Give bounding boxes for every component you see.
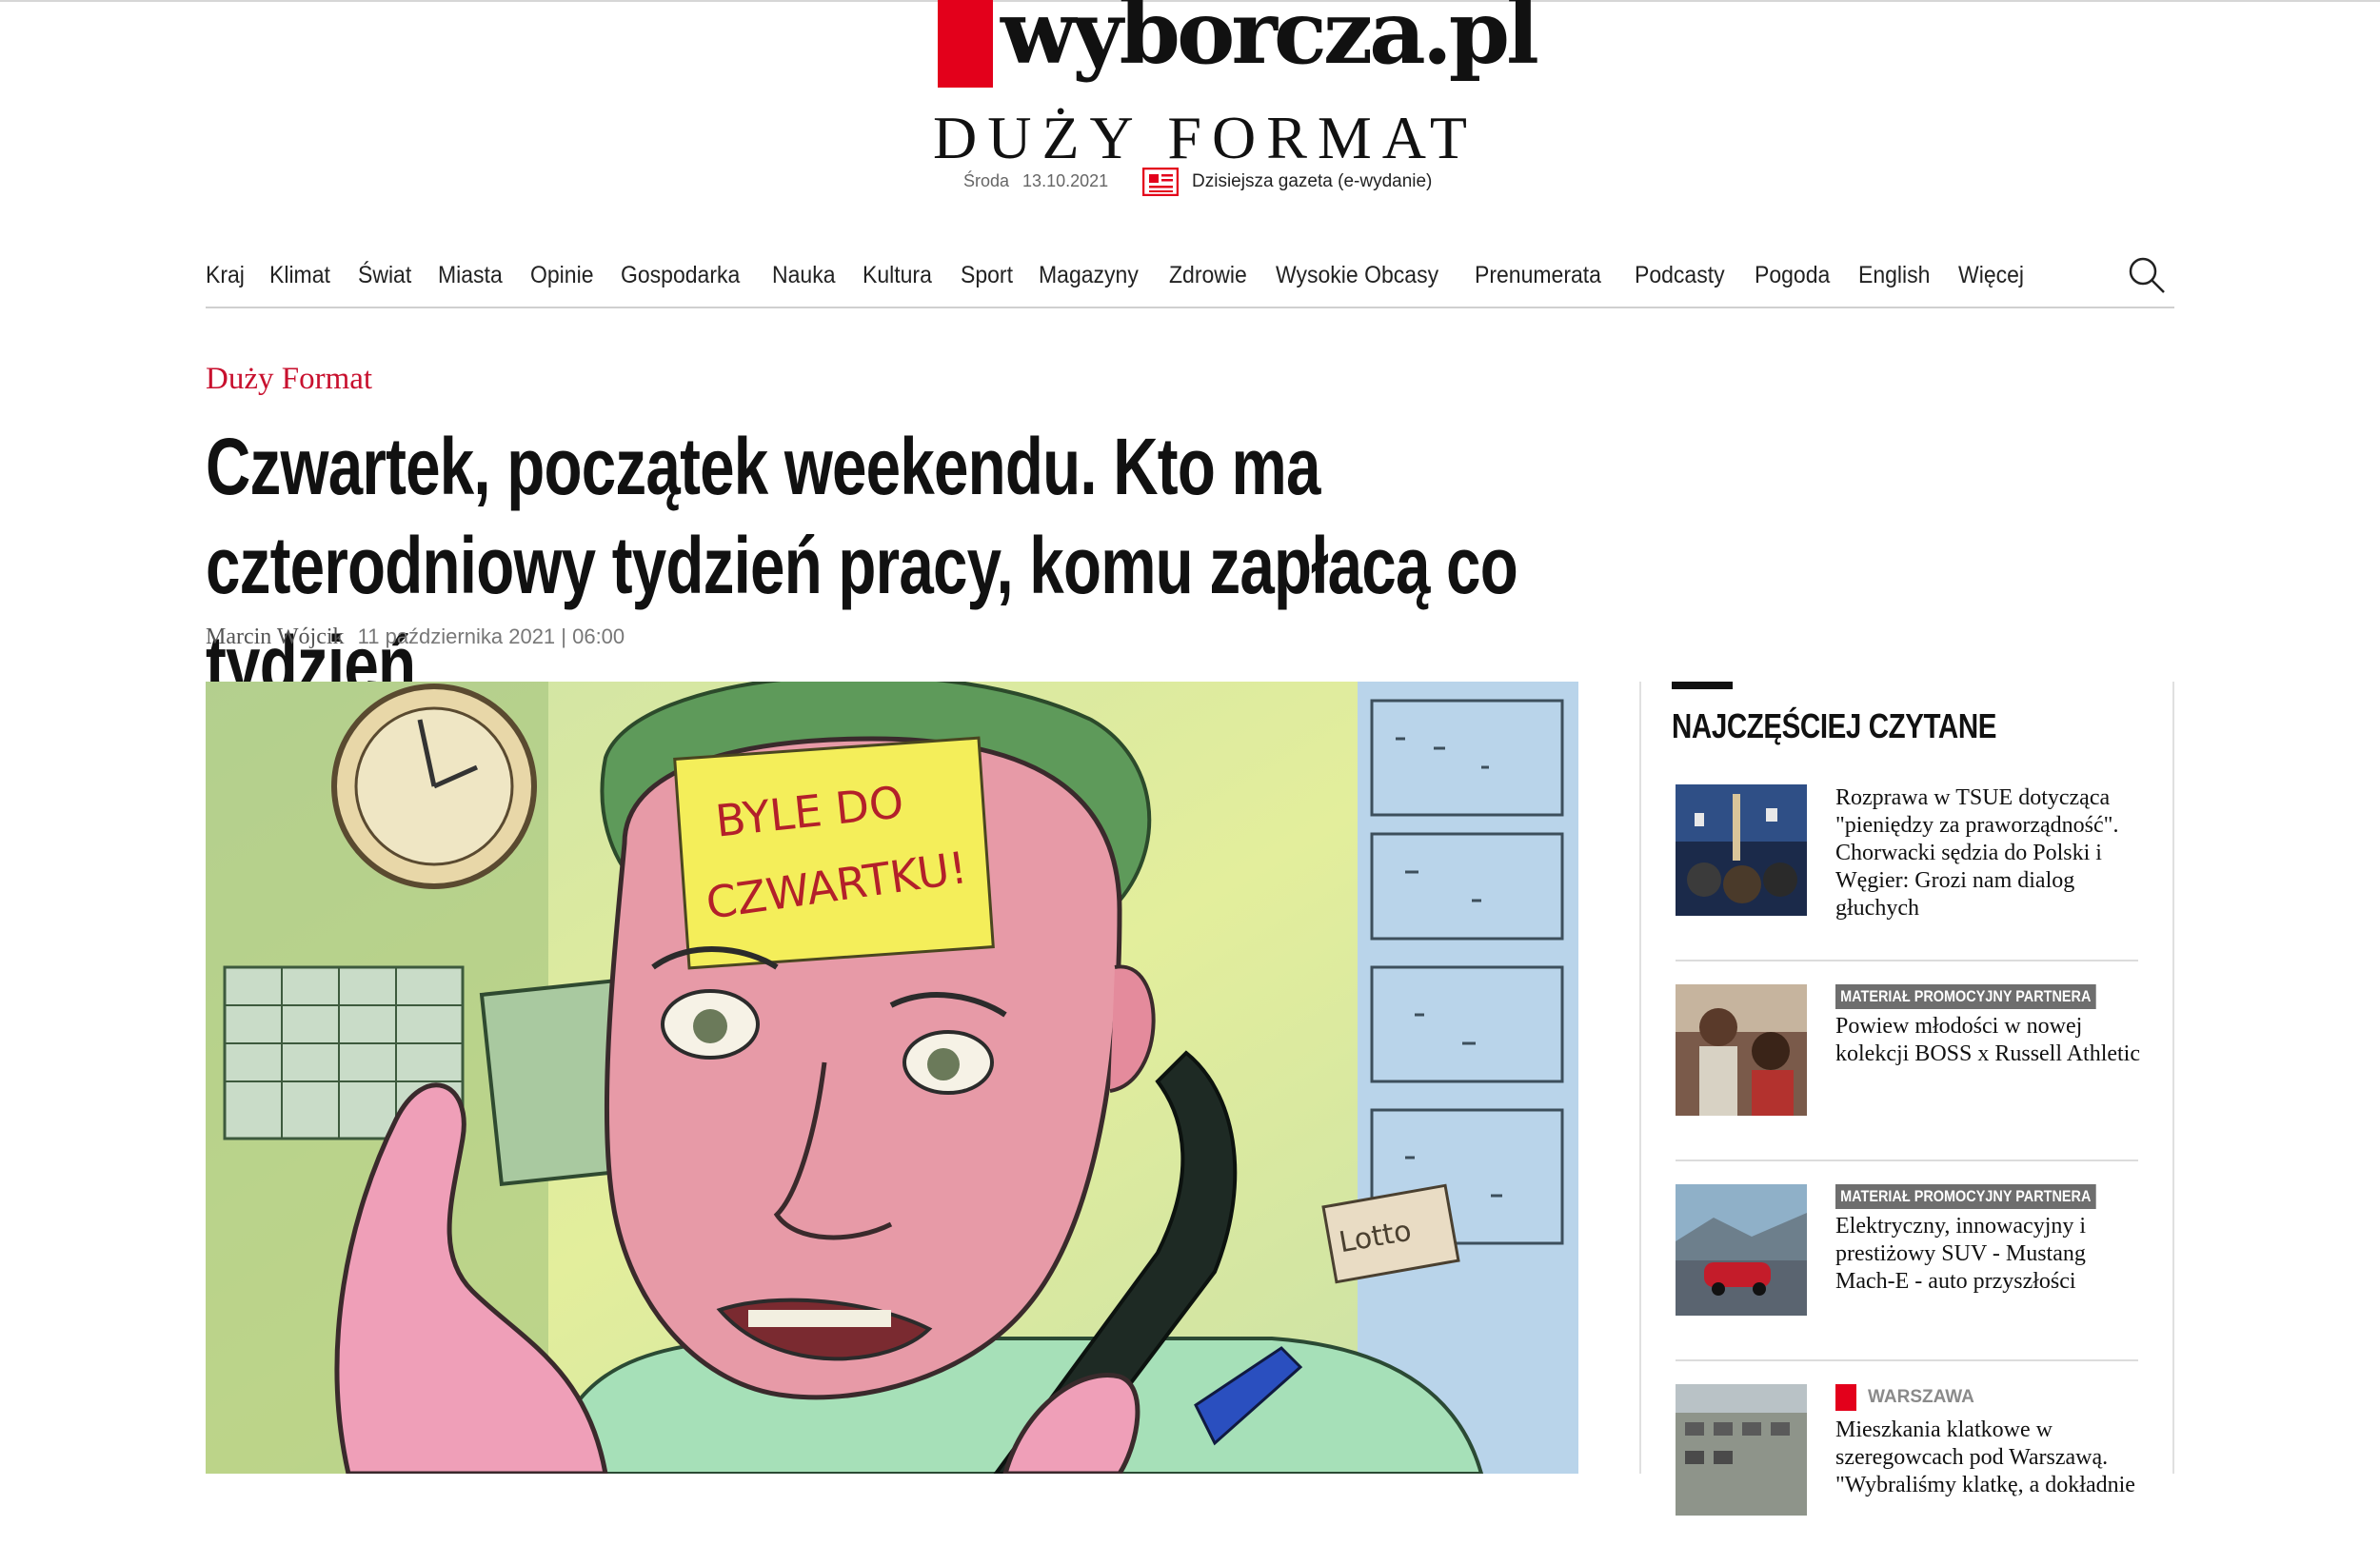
publish-date: 11 października 2021 | 06:00 xyxy=(357,624,625,648)
thumbnail[interactable] xyxy=(1676,984,1807,1116)
category-label[interactable]: WARSZAWA xyxy=(1835,1384,2150,1411)
item-separator xyxy=(1676,960,2138,961)
most-read-sidebar: NAJCZĘŚCIEJ CZYTANE Rozprawa w TSUE doty… xyxy=(1672,682,2148,1516)
nav-item-english[interactable]: English xyxy=(1858,255,1930,295)
item-separator xyxy=(1676,1359,2138,1361)
most-read-item[interactable]: Rozprawa w TSUE dotycząca "pieniędzy za … xyxy=(1676,784,2140,961)
sidebar-divider-right xyxy=(2172,682,2174,1474)
nav-item-zdrowie[interactable]: Zdrowie xyxy=(1169,255,1247,295)
category-red-mark xyxy=(1835,1384,1856,1411)
nav-item-kultura[interactable]: Kultura xyxy=(863,255,932,295)
article-headline: Czwartek, początek weekendu. Kto ma czte… xyxy=(206,422,1518,709)
hero-illustration: BYLE DO CZWARTKU! Lotto xyxy=(206,682,1578,1474)
sponsored-badge: MATERIAŁ PROMOCYJNY PARTNERA xyxy=(1835,984,2096,1009)
sponsored-badge: MATERIAŁ PROMOCYJNY PARTNERA xyxy=(1835,1184,2096,1209)
nav-item-wysokie-obcasy[interactable]: Wysokie Obcasy xyxy=(1276,255,1438,295)
byline: Marcin Wójcik 11 października 2021 | 06:… xyxy=(206,624,625,650)
nav-item-miasta[interactable]: Miasta xyxy=(438,255,503,295)
nav-item-sport[interactable]: Sport xyxy=(961,255,1013,295)
dateline: Środa 13.10.2021 xyxy=(963,171,1108,191)
most-read-item[interactable]: MATERIAŁ PROMOCYJNY PARTNERA Powiew młod… xyxy=(1676,984,2140,1161)
category-name: WARSZAWA xyxy=(1868,1387,1974,1407)
e-edition-link[interactable]: Dzisiejsza gazeta (e-wydanie) xyxy=(1142,168,1432,196)
nav-item-kraj[interactable]: Kraj xyxy=(206,255,245,295)
item-separator xyxy=(1676,1160,2138,1161)
e-edition-label: Dzisiejsza gazeta (e-wydanie) xyxy=(1192,171,1433,191)
author-name[interactable]: Marcin Wójcik xyxy=(206,624,345,649)
most-read-title[interactable]: Mieszkania klatkowe w szeregowcach pod W… xyxy=(1835,1417,2150,1499)
most-read-item[interactable]: WARSZAWA Mieszkania klatkowe w szeregowc… xyxy=(1676,1384,2140,1546)
most-read-title[interactable]: Powiew młodości w nowej kolekcji BOSS x … xyxy=(1835,1013,2150,1068)
section-title[interactable]: DUŻY FORMAT xyxy=(933,103,1467,173)
nav-item-nauka[interactable]: Nauka xyxy=(772,255,835,295)
most-read-title[interactable]: Elektryczny, innowacyjny i prestiżowy SU… xyxy=(1835,1213,2150,1296)
main-nav: Kraj Klimat Świat Miasta Opinie Gospodar… xyxy=(206,255,2174,308)
article-kicker[interactable]: Duży Format xyxy=(206,362,372,397)
sidebar-divider-left xyxy=(1639,682,1641,1474)
heading-accent-bar xyxy=(1672,682,1733,689)
nav-item-magazyny[interactable]: Magazyny xyxy=(1039,255,1139,295)
thumbnail[interactable] xyxy=(1676,1384,1807,1516)
nav-item-swiat[interactable]: Świat xyxy=(358,255,411,295)
wyborcza-logo[interactable]: wyborcza.pl xyxy=(938,0,1539,91)
date-label: 13.10.2021 xyxy=(1022,171,1109,190)
logo-red-mark xyxy=(938,0,993,88)
thumbnail[interactable] xyxy=(1676,1184,1807,1316)
nav-item-klimat[interactable]: Klimat xyxy=(269,255,330,295)
nav-item-pogoda[interactable]: Pogoda xyxy=(1755,255,1830,295)
thumbnail[interactable] xyxy=(1676,784,1807,916)
most-read-item[interactable]: MATERIAŁ PROMOCYJNY PARTNERA Elektryczny… xyxy=(1676,1184,2140,1361)
nav-item-wiecej[interactable]: Więcej xyxy=(1958,255,2024,295)
nav-item-gospodarka[interactable]: Gospodarka xyxy=(621,255,740,295)
illustration-art: BYLE DO CZWARTKU! Lotto xyxy=(206,682,1578,1474)
nav-item-opinie[interactable]: Opinie xyxy=(530,255,593,295)
most-read-heading: NAJCZĘŚCIEJ CZYTANE xyxy=(1672,706,1997,745)
search-icon[interactable] xyxy=(2127,255,2167,295)
nav-item-podcasty[interactable]: Podcasty xyxy=(1635,255,1725,295)
most-read-title[interactable]: Rozprawa w TSUE dotycząca "pieniędzy za … xyxy=(1835,784,2150,922)
day-label: Środa xyxy=(963,171,1010,190)
logo-text: wyborcza.pl xyxy=(1001,0,1539,84)
newspaper-icon xyxy=(1142,168,1179,196)
nav-item-prenumerata[interactable]: Prenumerata xyxy=(1475,255,1601,295)
